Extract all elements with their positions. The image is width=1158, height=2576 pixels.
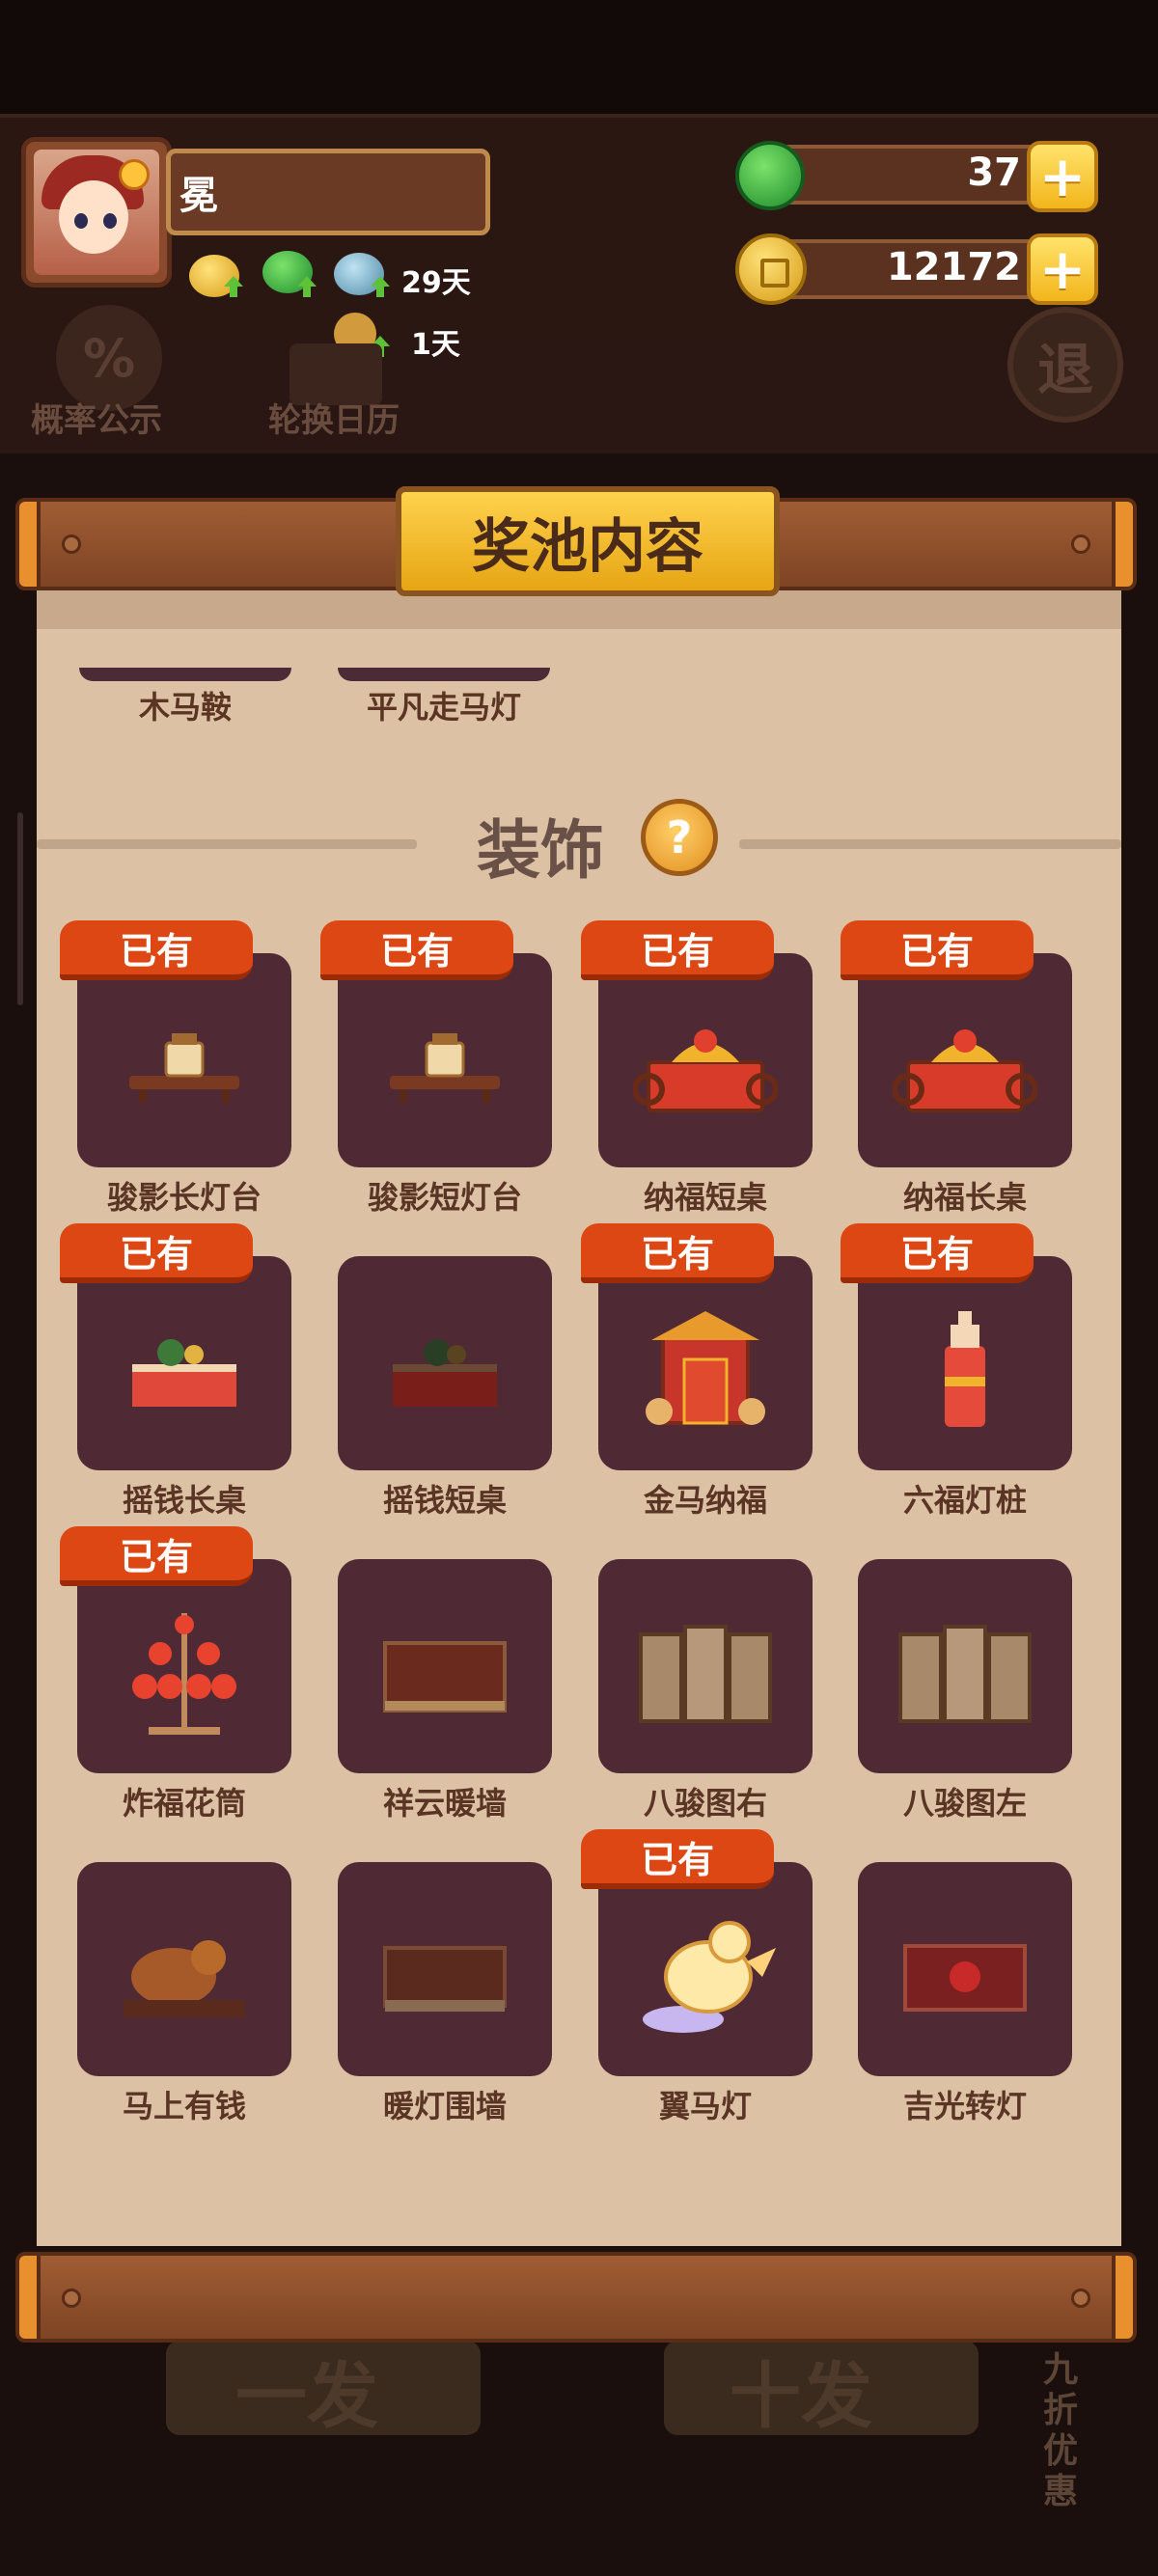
- item-name: 暖灯围墙: [382, 2088, 507, 2124]
- rotating-lamp-art: [897, 1932, 1033, 2023]
- decoration-card[interactable]: [858, 953, 1072, 1167]
- owned-badge: 已有: [841, 920, 1034, 980]
- lamp-stand-art: [122, 1024, 247, 1114]
- decoration-card[interactable]: [77, 953, 291, 1167]
- previous-card-bottom: [79, 668, 291, 681]
- player-name: 冕: [179, 174, 218, 218]
- item-name: 祥云暖墙: [382, 1785, 507, 1822]
- header-divider: [0, 114, 1158, 118]
- owned-badge: 已有: [581, 1829, 774, 1889]
- owned-badge: 已有: [320, 920, 513, 980]
- dialog-title: 奖池内容: [472, 512, 703, 581]
- discount-label: 九折优惠: [1042, 2350, 1078, 2511]
- prize-pool-panel: 木马鞍 平凡走马灯 装饰 ? 骏影长灯台 已有 骏影短灯台 已有 纳福短桌 已有 纳福长桌已…: [37, 590, 1121, 2246]
- coin-icon: [735, 233, 807, 305]
- scroll-bottom-rod: [15, 2252, 1137, 2343]
- decoration-card[interactable]: [338, 1559, 552, 1773]
- item-name: 纳福短桌: [643, 1179, 767, 1216]
- money-table-art: [126, 1322, 242, 1422]
- decoration-card[interactable]: [858, 1862, 1072, 2076]
- key-boost-duration: 1天: [411, 328, 460, 362]
- item-name: 马上有钱: [122, 2088, 246, 2124]
- help-button[interactable]: ?: [641, 799, 718, 876]
- decoration-card[interactable]: [598, 1256, 813, 1470]
- player-avatar[interactable]: [21, 137, 172, 288]
- previous-card-bottom: [338, 668, 550, 681]
- add-jade-button[interactable]: +: [1027, 141, 1098, 212]
- item-name: 翼马灯: [658, 2088, 752, 2124]
- owned-badge: 已有: [841, 1223, 1034, 1283]
- section-title: 装饰: [477, 813, 604, 888]
- decoration-card[interactable]: [338, 1862, 552, 2076]
- section-divider-right: [739, 839, 1121, 849]
- item-name: 摇钱长桌: [122, 1482, 246, 1519]
- panel-top-shade: [37, 590, 1121, 629]
- ten-draw-label: 十发: [730, 2355, 872, 2438]
- add-coin-button[interactable]: +: [1027, 233, 1098, 305]
- single-draw-label: 一发: [235, 2355, 378, 2438]
- gate-art: [638, 1307, 773, 1437]
- decoration-card[interactable]: [77, 1862, 291, 2076]
- decoration-card[interactable]: [858, 1256, 1072, 1470]
- owned-badge: 已有: [60, 1526, 253, 1586]
- bowl-boost-duration: 29天: [401, 266, 471, 300]
- section-divider-left: [37, 839, 417, 849]
- lamp-stand-art: [382, 1024, 508, 1114]
- item-name: 炸福花筒: [122, 1785, 246, 1822]
- fortune-table-art: [632, 1014, 779, 1124]
- jade-balance: 37: [967, 151, 1021, 195]
- decoration-card[interactable]: [338, 1256, 552, 1470]
- owned-badge: 已有: [581, 920, 774, 980]
- decoration-card[interactable]: [598, 1862, 813, 2076]
- item-name: 吉光转灯: [902, 2088, 1027, 2124]
- calendar-label: 轮换日历: [268, 401, 400, 440]
- fortune-table-art: [892, 1014, 1038, 1124]
- lantern-tree-art: [122, 1605, 247, 1744]
- wall-art: [377, 1630, 512, 1720]
- lantern-post-art: [922, 1307, 1008, 1437]
- decoration-card[interactable]: [858, 1559, 1072, 1773]
- item-name: 六福灯桩: [902, 1482, 1027, 1519]
- decoration-card[interactable]: [77, 1256, 291, 1470]
- item-name: 平凡走马灯: [366, 689, 521, 726]
- owned-badge: 已有: [60, 1223, 253, 1283]
- item-name: 金马纳福: [643, 1482, 767, 1519]
- decoration-card[interactable]: [338, 953, 552, 1167]
- item-name: 八骏图左: [902, 1785, 1027, 1822]
- decoration-card[interactable]: [77, 1559, 291, 1773]
- jade-icon: [735, 141, 805, 210]
- item-name: 八骏图右: [643, 1785, 767, 1822]
- probability-label: 概率公示: [31, 401, 162, 440]
- screen-art: [893, 1615, 1037, 1735]
- horse-cart-art: [112, 1923, 257, 2033]
- decoration-card[interactable]: [598, 1559, 813, 1773]
- coin-balance: 12172: [886, 245, 1021, 289]
- decoration-card[interactable]: [598, 953, 813, 1167]
- owned-badge: 已有: [581, 1223, 774, 1283]
- lamp-wall-art: [377, 1932, 512, 2023]
- winged-horse-art: [633, 1913, 778, 2042]
- exit-button[interactable]: 退: [1007, 307, 1123, 423]
- owned-badge: 已有: [60, 920, 253, 980]
- dialog-title-plate: 奖池内容: [396, 486, 780, 596]
- item-name: 摇钱短桌: [382, 1482, 507, 1519]
- scrollbar[interactable]: [17, 812, 23, 1005]
- item-name: 纳福长桌: [902, 1179, 1027, 1216]
- item-name: 木马鞍: [138, 689, 232, 726]
- screen-art: [633, 1615, 778, 1735]
- item-name: 骏影长灯台: [106, 1179, 262, 1216]
- money-table-dark-art: [387, 1322, 503, 1422]
- item-name: 骏影短灯台: [367, 1179, 522, 1216]
